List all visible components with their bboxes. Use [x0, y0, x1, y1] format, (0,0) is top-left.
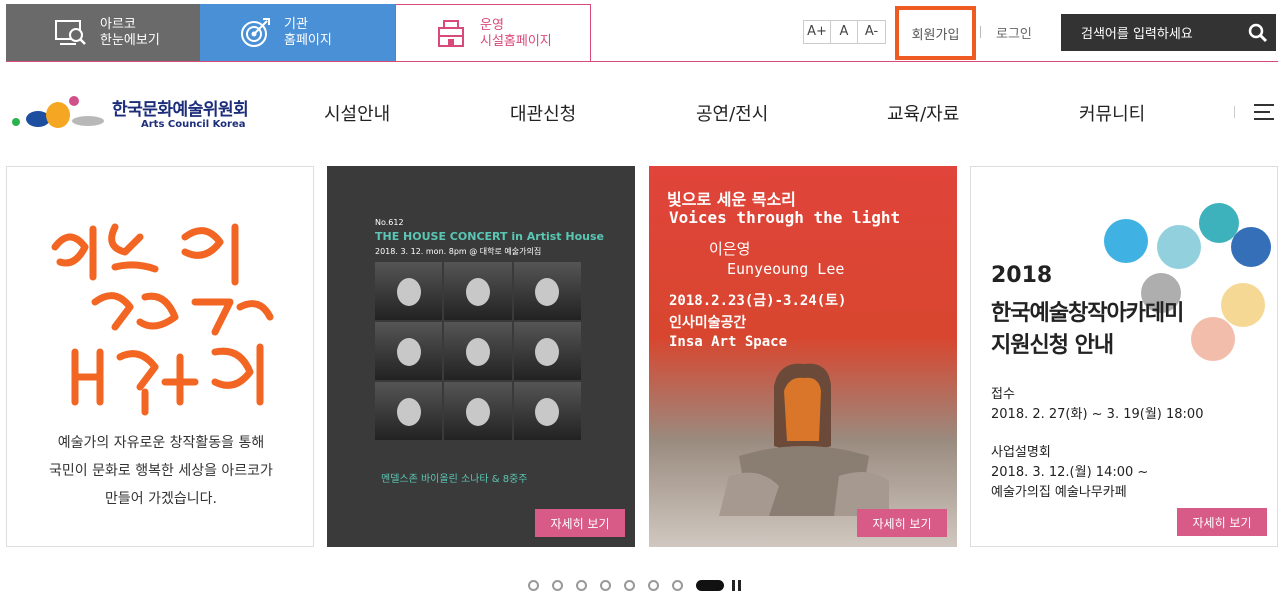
artist-name-en: Eunyeoung Lee — [727, 260, 845, 278]
building-icon — [432, 15, 470, 53]
logo-title: 한국문화예술위원회 — [112, 100, 249, 120]
poster-date: 2018. 3. 12. mon. 8pm @ 대학로 예술가의집 — [375, 247, 542, 256]
more-button[interactable]: 자세히 보기 — [1177, 508, 1267, 536]
tab-facility-homepage[interactable]: 운영 시설홈페이지 — [395, 4, 591, 62]
more-button[interactable]: 자세히 보기 — [535, 509, 625, 537]
notice-title: 한국예술창작아카데미 — [991, 301, 1184, 326]
slide-card-slogan[interactable]: 예술가의 자유로운 창작활동을 통해 국민이 문화로 행복한 세상을 아르코가 … — [6, 166, 314, 547]
desc-line: 국민이 문화로 행복한 세상을 아르코가 — [49, 463, 273, 479]
pause-icon[interactable] — [732, 580, 741, 591]
tab-label-line2: 시설홈페이지 — [480, 33, 552, 49]
utility-bar: 아르코 한눈에보기 기관 홈페이지 운영 시설홈페이지 A+ A A- 회원가입 로그… — [0, 0, 1278, 62]
slogan-description: 예술가의 자유로운 창작활동을 통해 국민이 문화로 행복한 세상을 아르코가 … — [7, 429, 315, 513]
decorative-circles — [1104, 203, 1271, 361]
pager-dot[interactable] — [648, 580, 659, 591]
screen-search-icon — [52, 14, 90, 52]
performer-photo — [513, 262, 581, 320]
performer-photo — [375, 262, 443, 320]
tab-org-homepage[interactable]: 기관 홈페이지 — [200, 4, 395, 62]
logo-mark-icon — [12, 96, 104, 128]
nav-facilities[interactable]: 시설안내 — [324, 100, 390, 126]
pager-dot[interactable] — [600, 580, 611, 591]
poster-title: THE HOUSE CONCERT in Artist House — [375, 230, 604, 243]
desc-line: 만들어 가겠습니다. — [105, 491, 217, 507]
exhibit-dates: 2018.2.23(금)-3.24(토) — [669, 293, 847, 309]
search-box[interactable]: 검색어를 입력하세요 — [1061, 14, 1276, 51]
hamburger-icon[interactable] — [1254, 103, 1274, 121]
pager-dot-active[interactable] — [696, 580, 724, 591]
poster-caption: 멘델스존 바이올린 소나타 & 8중주 — [381, 474, 528, 485]
logo-subtitle: Arts Council Korea — [141, 119, 246, 130]
tab-label-line1: 아르코 — [100, 17, 136, 32]
tab-label-line1: 운영 — [480, 17, 504, 33]
nav-community[interactable]: 커뮤니티 — [1079, 100, 1145, 126]
join-link[interactable]: 회원가입 — [895, 6, 976, 60]
nav-performance[interactable]: 공연/전시 — [696, 100, 768, 126]
pager-dot[interactable] — [624, 580, 635, 591]
performer-photo-grid — [375, 262, 581, 440]
search-input[interactable]: 검색어를 입력하세요 — [1081, 23, 1240, 42]
tab-label-line1: 기관 — [284, 17, 308, 32]
font-increase-button[interactable]: A+ — [804, 21, 831, 43]
calligraphy-slogan-image — [51, 223, 274, 416]
exhibit-title-ko: 빛으로 세운 목소리 — [667, 190, 796, 209]
performer-photo — [444, 382, 512, 440]
sculpture-image — [719, 363, 889, 516]
exhibit-title-en: Voices through the light — [669, 208, 901, 227]
notice-detail: 2018. 3. 12.(월) 14:00 ~ — [991, 465, 1149, 480]
pager-dot[interactable] — [552, 580, 563, 591]
pager-dot[interactable] — [672, 580, 683, 591]
artist-name-ko: 이은영 — [709, 240, 751, 258]
slide-card-academy[interactable]: 2018 한국예술창작아카데미 지원신청 안내 접수 2018. 2. 27(화… — [970, 166, 1278, 547]
nav-rental[interactable]: 대관신청 — [510, 100, 576, 126]
divider — [980, 26, 981, 38]
slide-card-exhibition[interactable]: 빛으로 세운 목소리 Voices through the light 이은영 … — [649, 166, 957, 547]
font-reset-button[interactable]: A — [831, 21, 858, 43]
divider — [1234, 106, 1235, 118]
font-decrease-button[interactable]: A- — [858, 21, 885, 43]
slide-card-concert[interactable]: No.612 THE HOUSE CONCERT in Artist House… — [327, 166, 635, 547]
login-link[interactable]: 로그인 — [996, 23, 1032, 42]
desc-line: 예술가의 자유로운 창작활동을 통해 — [57, 435, 265, 451]
performer-photo — [444, 322, 512, 380]
tab-label-line2: 한눈에보기 — [100, 33, 160, 48]
notice-label: 사업설명회 — [991, 445, 1051, 460]
notice-label: 접수 — [991, 387, 1015, 402]
font-size-controls: A+ A A- — [803, 20, 886, 44]
search-icon[interactable] — [1240, 15, 1276, 51]
pager-dot[interactable] — [576, 580, 587, 591]
nav-education[interactable]: 교육/자료 — [887, 100, 959, 126]
notice-year: 2018 — [991, 263, 1053, 288]
venue-ko: 인사미술공간 — [669, 315, 747, 331]
performer-photo — [513, 322, 581, 380]
tab-label-line2: 홈페이지 — [284, 33, 332, 48]
notice-detail: 예술가의집 예술나무카페 — [991, 485, 1127, 500]
performer-photo — [375, 382, 443, 440]
pager-dot[interactable] — [528, 580, 539, 591]
performer-photo — [375, 322, 443, 380]
target-icon — [236, 14, 274, 52]
performer-photo — [444, 262, 512, 320]
poster-number: No.612 — [375, 218, 404, 227]
more-button[interactable]: 자세히 보기 — [857, 509, 947, 537]
tab-arko-overview[interactable]: 아르코 한눈에보기 — [6, 4, 200, 62]
topbar-divider — [6, 61, 1278, 62]
performer-photo — [513, 382, 581, 440]
slider-pagination — [528, 580, 741, 591]
venue-en: Insa Art Space — [669, 334, 788, 350]
notice-title: 지원신청 안내 — [991, 333, 1114, 358]
logo[interactable]: 한국문화예술위원회 Arts Council Korea — [8, 95, 268, 135]
notice-detail: 2018. 2. 27(화) ~ 3. 19(월) 18:00 — [991, 407, 1204, 422]
